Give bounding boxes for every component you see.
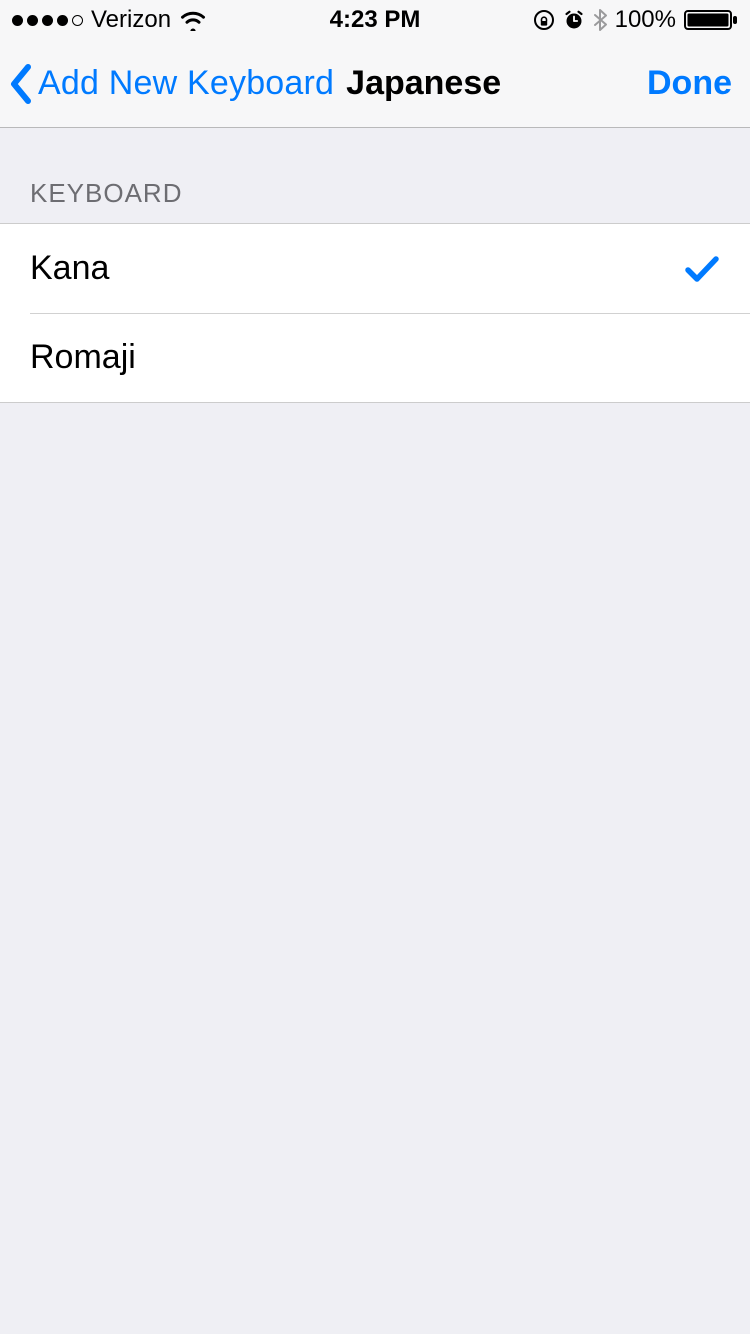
back-button[interactable]: Add New Keyboard xyxy=(8,63,334,105)
content-area: KEYBOARD Kana Romaji xyxy=(0,128,750,403)
checkmark-icon xyxy=(684,254,720,284)
back-label: Add New Keyboard xyxy=(38,64,334,103)
orientation-lock-icon xyxy=(533,9,555,31)
carrier-label: Verizon xyxy=(91,6,171,34)
status-time: 4:23 PM xyxy=(330,6,421,34)
keyboard-options-list: Kana Romaji xyxy=(0,223,750,403)
done-button[interactable]: Done xyxy=(647,64,732,103)
page-title: Japanese xyxy=(346,64,501,103)
wifi-icon xyxy=(179,9,207,31)
chevron-left-icon xyxy=(8,63,34,105)
status-left: Verizon xyxy=(12,6,207,34)
keyboard-option-kana[interactable]: Kana xyxy=(0,224,750,313)
list-item-label: Kana xyxy=(30,249,109,288)
battery-icon xyxy=(684,9,738,31)
section-header-keyboard: KEYBOARD xyxy=(0,128,750,223)
bluetooth-icon xyxy=(593,8,607,32)
keyboard-option-romaji[interactable]: Romaji xyxy=(0,313,750,402)
battery-percent: 100% xyxy=(615,6,676,34)
signal-strength-icon xyxy=(12,15,83,26)
alarm-icon xyxy=(563,9,585,31)
list-item-label: Romaji xyxy=(30,338,136,377)
status-right: 100% xyxy=(533,6,738,34)
status-bar: Verizon 4:23 PM xyxy=(0,0,750,40)
nav-bar: Add New Keyboard Japanese Done xyxy=(0,40,750,128)
